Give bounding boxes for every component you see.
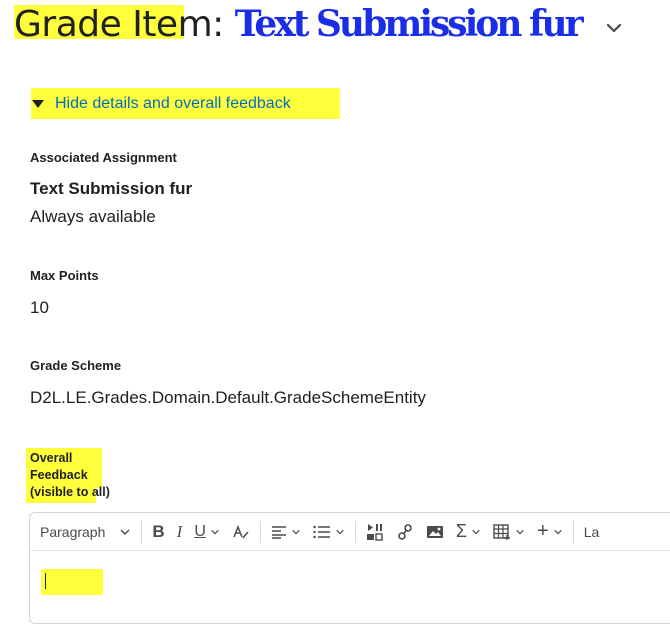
editor-toolbar: Paragraph B I U Σ + La <box>30 513 670 551</box>
plus-icon: + <box>537 520 549 542</box>
feedback-label-line: Overall <box>30 451 73 465</box>
text-cursor <box>45 573 46 589</box>
link-icon <box>398 523 412 540</box>
chevron-down-icon <box>472 529 480 535</box>
italic-icon: I <box>176 521 183 541</box>
align-left-icon <box>271 525 286 539</box>
chevron-down-icon <box>553 529 562 535</box>
title-prefix: Grade Item: <box>14 4 224 45</box>
chevron-down-icon <box>120 528 130 535</box>
equation-button[interactable]: Σ <box>450 513 487 550</box>
sigma-icon: Σ <box>455 521 468 541</box>
list-icon <box>313 525 330 538</box>
grade-scheme-label: Grade Scheme <box>30 358 122 373</box>
underline-icon: U <box>194 522 206 540</box>
chevron-down-icon <box>292 529 300 535</box>
underline-button[interactable]: U <box>188 513 226 550</box>
chevron-down-icon <box>336 529 344 535</box>
max-points-value: 10 <box>30 298 49 317</box>
chevron-down-icon <box>516 529 524 535</box>
associated-assignment-label: Associated Assignment <box>30 150 177 165</box>
text-style-button[interactable] <box>226 513 256 550</box>
bold-icon: B <box>152 521 165 541</box>
title-name-redacted: Text Submission fur <box>234 3 584 45</box>
paragraph-format-label: Paragraph <box>40 523 106 540</box>
feedback-label-line: (visible to all) <box>30 485 110 499</box>
editor-highlight <box>41 569 103 595</box>
toolbar-divider <box>141 520 143 543</box>
insert-more-button[interactable]: + <box>531 513 569 550</box>
page-title: Grade Item: Text Submission fur <box>14 3 584 45</box>
hide-details-label: Hide details and overall feedback <box>55 94 291 112</box>
table-icon <box>493 523 511 540</box>
insert-image-button[interactable] <box>420 513 450 550</box>
feedback-label-line: Feedback <box>30 468 88 482</box>
table-button[interactable] <box>487 513 531 550</box>
text-style-icon <box>233 524 249 538</box>
overall-feedback-label: Overall Feedback (visible to all) <box>30 450 110 501</box>
list-button[interactable] <box>307 513 351 550</box>
toolbar-divider <box>259 520 261 543</box>
assignment-name: Text Submission fur <box>30 179 193 198</box>
chevron-down-icon <box>211 529 219 535</box>
align-button[interactable] <box>265 513 307 550</box>
toolbar-divider <box>354 520 356 543</box>
insert-media-icon <box>366 523 383 541</box>
feedback-editor[interactable]: Paragraph B I U Σ + La <box>29 512 670 624</box>
language-label: La <box>583 523 600 540</box>
insert-stuff-button[interactable] <box>360 513 390 550</box>
assignment-availability: Always available <box>30 207 156 226</box>
chevron-down-icon[interactable] <box>604 18 624 38</box>
insert-link-button[interactable] <box>390 513 420 550</box>
max-points-label: Max Points <box>30 268 99 283</box>
bold-button[interactable]: B <box>146 513 170 550</box>
hide-details-toggle[interactable]: Hide details and overall feedback <box>31 88 340 119</box>
language-select[interactable]: La <box>578 513 606 550</box>
toolbar-divider <box>572 520 574 543</box>
caret-down-icon <box>32 99 44 108</box>
page-header: Grade Item: Text Submission fur <box>14 0 584 48</box>
grade-scheme-value: D2L.LE.Grades.Domain.Default.GradeScheme… <box>30 388 426 407</box>
image-icon <box>426 525 443 538</box>
italic-button[interactable]: I <box>171 513 189 550</box>
paragraph-format-select[interactable]: Paragraph <box>30 513 137 550</box>
